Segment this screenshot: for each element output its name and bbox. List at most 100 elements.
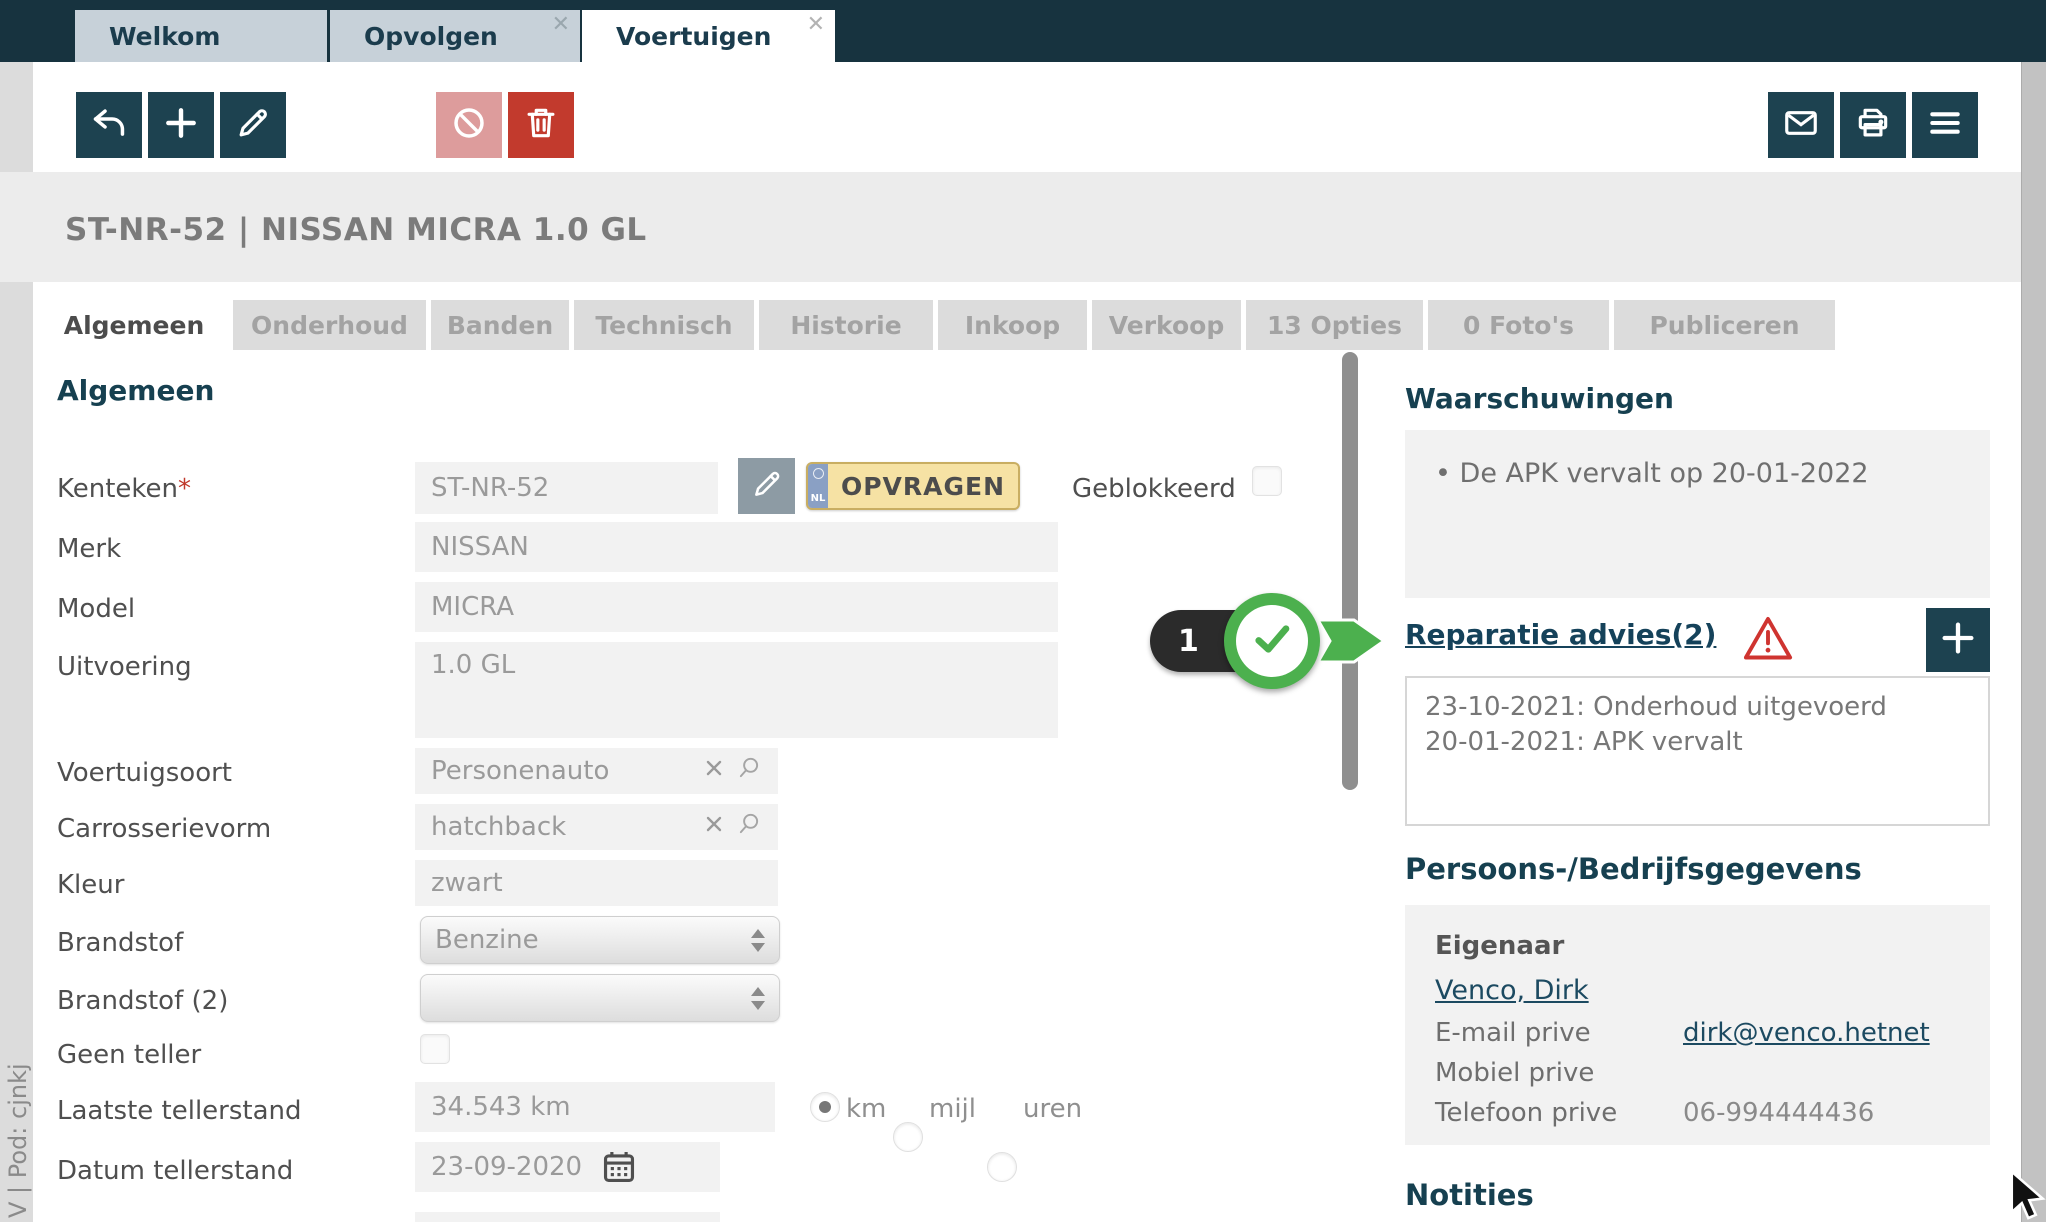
tellerstand-value: 34.543 km (431, 1092, 571, 1122)
window-tab-label: Opvolgen (364, 22, 498, 51)
add-button[interactable] (148, 92, 214, 158)
print-button[interactable] (1840, 92, 1906, 158)
tab-publiceren[interactable]: Publiceren (1614, 300, 1835, 350)
repair-advice-label: Reparatie advies(2) (1405, 618, 1716, 651)
pencil-icon (234, 104, 272, 146)
search-icon[interactable] (736, 755, 762, 788)
unit-radio-uren[interactable] (987, 1152, 1017, 1182)
brandstof2-select[interactable] (420, 974, 780, 1022)
opvragen-button[interactable]: NL OPVRAGEN (806, 462, 1020, 510)
repair-entry: 20-01-2021: APK vervalt (1425, 725, 1970, 760)
calendar-icon[interactable] (600, 1148, 638, 1186)
search-icon[interactable] (736, 811, 762, 844)
select-arrows-icon (751, 987, 765, 1010)
tab-label: Onderhoud (251, 311, 408, 340)
menu-button[interactable] (1912, 92, 1978, 158)
repair-entry: 23-10-2021: Onderhoud uitgevoerd (1425, 690, 1970, 725)
pod-side-label: V | Pod: cjnkj (4, 1063, 32, 1218)
eu-stars-icon (813, 468, 824, 479)
repair-advice-link[interactable]: Reparatie advies(2) (1405, 618, 1716, 651)
back-button[interactable] (76, 92, 142, 158)
vehicle-app-window: Welkom Opvolgen ✕ Voertuigen ✕ V | Pod: … (0, 0, 2046, 1222)
tab-onderhoud[interactable]: Onderhoud (233, 300, 426, 350)
unit-radio-mijl[interactable] (893, 1122, 923, 1152)
tab-algemeen[interactable]: Algemeen (40, 300, 228, 350)
owner-name: Venco, Dirk (1435, 975, 1589, 1006)
unit-label-uren: uren (1023, 1094, 1082, 1124)
kenteken-input[interactable]: ST-NR-52 (415, 462, 718, 514)
window-tab-opvolgen[interactable]: Opvolgen ✕ (330, 10, 580, 62)
opvragen-label: OPVRAGEN (828, 464, 1018, 508)
uitvoering-textarea[interactable]: 1.0 GL (415, 642, 1058, 738)
window-tab-label: Welkom (109, 22, 220, 51)
tab-technisch[interactable]: Technisch (574, 300, 754, 350)
tab-fotos[interactable]: 0 Foto's (1428, 300, 1609, 350)
warnings-box: • De APK vervalt op 20-01-2022 (1405, 430, 1990, 598)
geblokkeerd-checkbox[interactable] (1252, 466, 1282, 496)
tab-banden[interactable]: Banden (431, 300, 569, 350)
uitvoering-label: Uitvoering (57, 652, 192, 682)
block-button[interactable] (436, 92, 502, 158)
window-scrollbar[interactable] (2021, 62, 2046, 1222)
checkmark-icon (1244, 611, 1300, 671)
clear-icon[interactable] (702, 812, 726, 843)
nl-label: NL (811, 493, 826, 504)
kleur-label: Kleur (57, 870, 124, 900)
tellerstand-input[interactable]: 34.543 km (415, 1082, 775, 1132)
person-row-label: Mobiel prive (1435, 1058, 1683, 1088)
tab-label: Algemeen (64, 311, 205, 340)
voertuigsoort-input[interactable]: Personenauto (415, 748, 778, 794)
merk-input[interactable]: NISSAN (415, 522, 1058, 572)
tellerstand-label: Laatste tellerstand (57, 1096, 302, 1126)
datum-tellerstand-input[interactable]: 23-09-2020 (415, 1142, 720, 1192)
carrosserievorm-input[interactable]: hatchback (415, 804, 778, 850)
window-tab-voertuigen[interactable]: Voertuigen ✕ (582, 10, 835, 62)
delete-button[interactable] (508, 92, 574, 158)
mail-button[interactable] (1768, 92, 1834, 158)
close-icon[interactable]: ✕ (552, 14, 570, 36)
person-row: E-mail prive dirk@venco.hetnet (1435, 1018, 1960, 1048)
email-link[interactable]: dirk@venco.hetnet (1683, 1018, 1930, 1048)
warnings-heading: Waarschuwingen (1405, 382, 1674, 415)
tab-label: Banden (447, 311, 553, 340)
brandstof-select[interactable]: Benzine (420, 916, 780, 964)
add-repair-advice-button[interactable] (1926, 608, 1990, 672)
carrosserievorm-value: hatchback (431, 812, 566, 842)
tab-opties[interactable]: 13 Opties (1246, 300, 1423, 350)
section-heading-algemeen: Algemeen (57, 374, 214, 407)
phone-value: 06-994444436 (1683, 1098, 1874, 1128)
window-tab-welkom[interactable]: Welkom (75, 10, 327, 62)
bullet: • (1435, 458, 1451, 489)
brandstof2-label: Brandstof (2) (57, 986, 228, 1016)
next-field-partial[interactable] (415, 1212, 720, 1222)
tab-label: Inkoop (965, 311, 1060, 340)
undo-arrow-icon (90, 104, 128, 146)
unit-radio-km[interactable] (810, 1092, 840, 1122)
model-input[interactable]: MICRA (415, 582, 1058, 632)
unit-label-mijl: mijl (929, 1094, 976, 1124)
geen-teller-checkbox[interactable] (420, 1034, 450, 1064)
column-scrollbar[interactable] (1342, 352, 1358, 790)
owner-label: Eigenaar (1435, 931, 1960, 961)
tab-label: 13 Opties (1267, 311, 1402, 340)
repair-advice-textarea[interactable]: 23-10-2021: Onderhoud uitgevoerd 20-01-2… (1405, 676, 1990, 826)
datum-value: 23-09-2020 (431, 1152, 582, 1182)
datum-tellerstand-label: Datum tellerstand (57, 1156, 293, 1186)
person-row: Telefoon prive 06-994444436 (1435, 1098, 1960, 1128)
notes-heading: Notities (1405, 1178, 1534, 1212)
warning-item: • De APK vervalt op 20-01-2022 (1435, 458, 1960, 489)
tab-historie[interactable]: Historie (759, 300, 933, 350)
plus-icon (1938, 618, 1978, 662)
tab-verkoop[interactable]: Verkoop (1092, 300, 1241, 350)
kenteken-edit-button[interactable] (738, 458, 795, 514)
edit-button[interactable] (220, 92, 286, 158)
kleur-value: zwart (431, 868, 503, 898)
person-row-label: E-mail prive (1435, 1018, 1683, 1048)
tab-inkoop[interactable]: Inkoop (938, 300, 1087, 350)
person-box: Eigenaar Venco, Dirk E-mail prive dirk@v… (1405, 905, 1990, 1145)
close-icon[interactable]: ✕ (807, 14, 825, 36)
clear-icon[interactable] (702, 756, 726, 787)
kleur-input[interactable]: zwart (415, 860, 778, 906)
plus-icon (162, 104, 200, 146)
owner-name-link[interactable]: Venco, Dirk (1435, 975, 1960, 1006)
